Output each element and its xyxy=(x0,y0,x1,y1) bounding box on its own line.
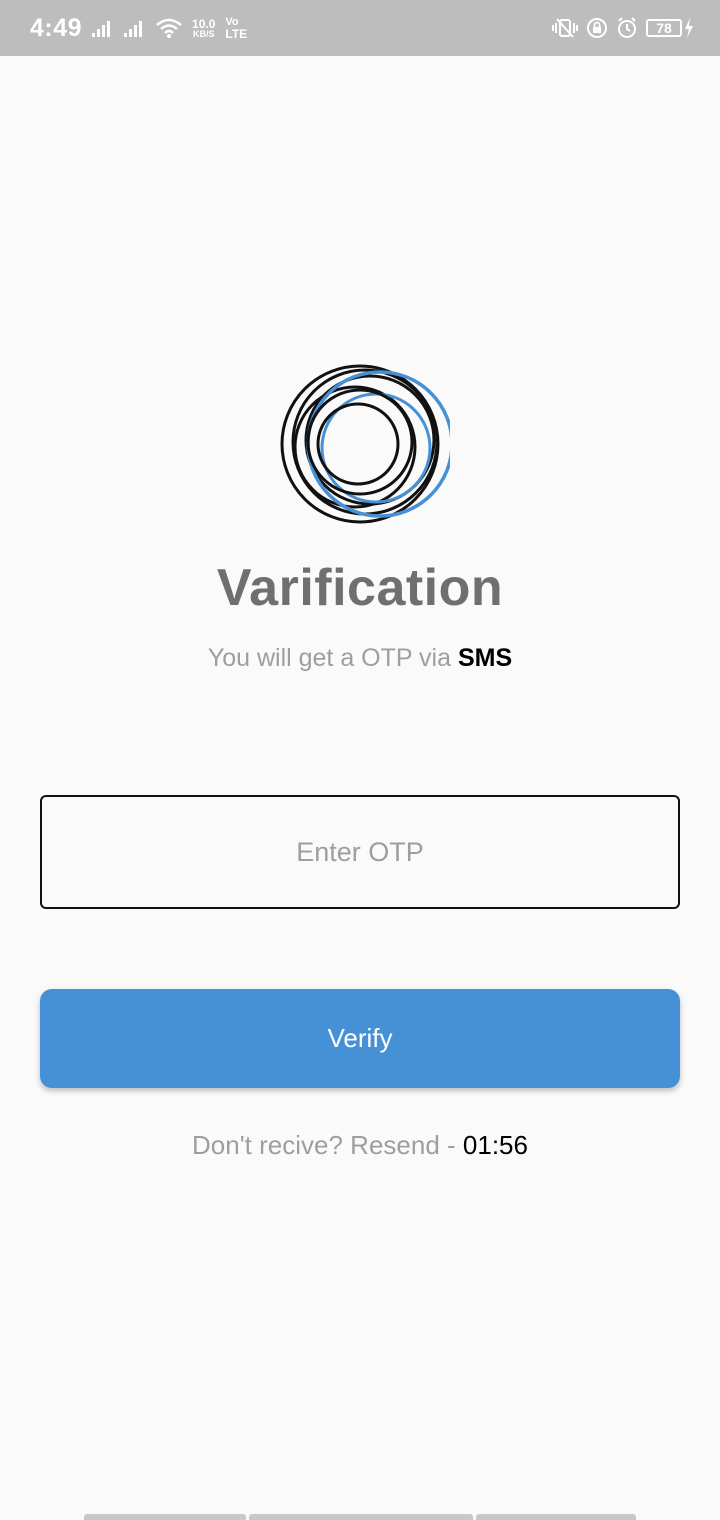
status-bar: 4:49 10.0 KB/S Vo LTE 78 xyxy=(0,0,720,56)
network-vo: Vo xyxy=(225,15,239,28)
status-left: 4:49 10.0 KB/S Vo LTE xyxy=(30,0,247,56)
status-right: 78 xyxy=(552,0,694,56)
rotation-lock-icon xyxy=(586,17,608,39)
verify-button[interactable]: Verify xyxy=(40,989,680,1088)
resend-timer: 01:56 xyxy=(462,1130,528,1160)
resend-row[interactable]: Don't recive? Resend - 01:56 xyxy=(0,1130,720,1161)
gesture-nav-bar xyxy=(84,1514,636,1520)
battery-icon: 78 xyxy=(646,19,682,37)
app-logo-icon xyxy=(270,352,454,532)
alarm-icon xyxy=(616,17,638,39)
nav-segment xyxy=(84,1514,246,1520)
status-time: 4:49 xyxy=(30,13,83,42)
vibrate-icon xyxy=(552,17,578,39)
charging-icon xyxy=(684,18,694,38)
nav-segment xyxy=(249,1514,473,1520)
subtitle-text: You will get a OTP via xyxy=(207,644,452,672)
network-speed-value: 10.0 xyxy=(192,16,216,31)
signal-icon xyxy=(92,19,114,37)
network-speed-unit: KB/S xyxy=(192,28,215,39)
page-subtitle: You will get a OTP via SMS xyxy=(0,644,720,673)
network-lte: LTE xyxy=(225,26,248,41)
battery-indicator: 78 xyxy=(646,18,694,38)
nav-segment xyxy=(476,1514,636,1520)
network-type: Vo LTE xyxy=(225,15,248,41)
page-title: Varification xyxy=(216,559,504,617)
otp-input[interactable] xyxy=(40,795,680,909)
network-speed: 10.0 KB/S xyxy=(192,18,215,39)
signal-icon xyxy=(124,19,146,37)
wifi-icon xyxy=(156,18,182,38)
subtitle-method: SMS xyxy=(457,644,513,672)
resend-link[interactable]: Don't recive? Resend - xyxy=(192,1130,456,1160)
